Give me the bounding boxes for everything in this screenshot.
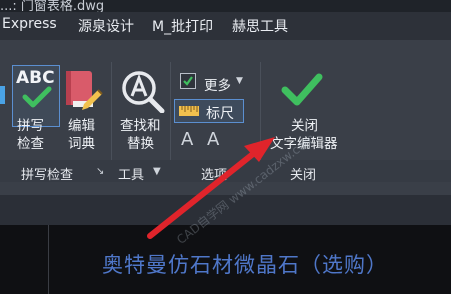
red-arrow-annotation xyxy=(147,137,275,239)
